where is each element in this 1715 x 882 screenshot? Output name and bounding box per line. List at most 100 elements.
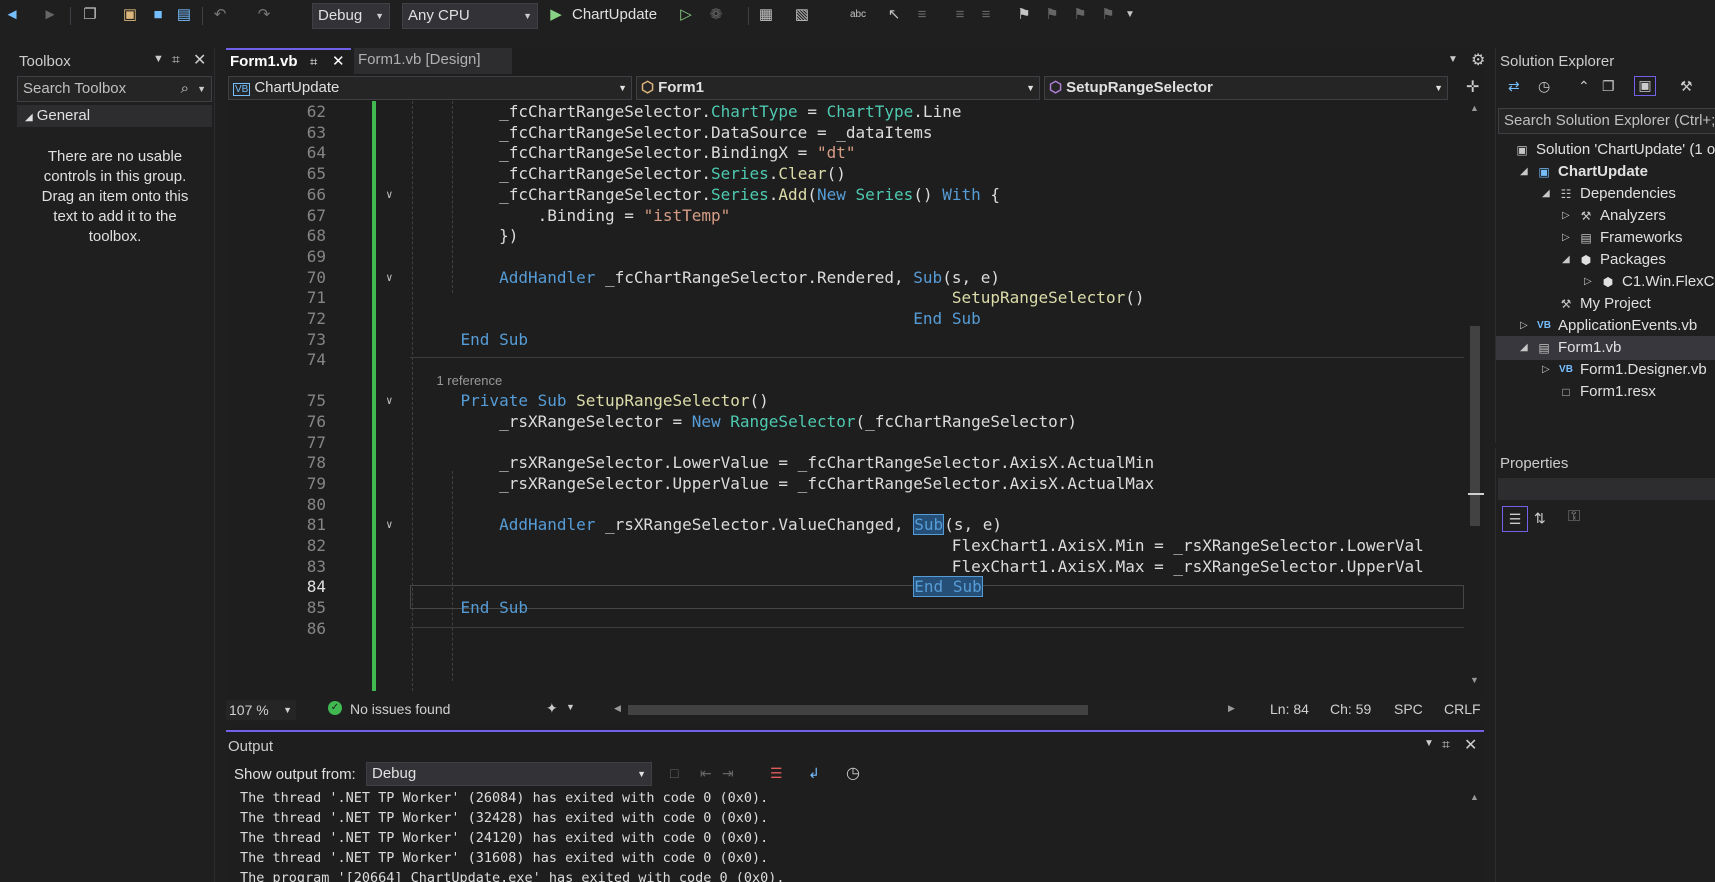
layout-icon[interactable]: ▧ xyxy=(792,5,812,25)
line-indicator[interactable]: Ln: 84 xyxy=(1270,701,1309,717)
startup-project-label[interactable]: ChartUpdate xyxy=(572,6,657,23)
bookmark-icon[interactable]: ⚑ xyxy=(1014,5,1034,25)
find-in-output-icon[interactable]: □ xyxy=(670,765,678,781)
start-without-debug-icon[interactable]: ▷ xyxy=(676,5,696,25)
collapsed-arrow-icon[interactable]: ▷ xyxy=(1520,314,1528,338)
tree-item[interactable]: ▷ ⚒ Analyzers xyxy=(1496,204,1715,228)
switch-view-icon[interactable]: ▣ xyxy=(1634,76,1656,96)
clear-bookmarks-icon[interactable]: ⚑ xyxy=(1098,5,1118,25)
hot-reload-icon[interactable]: ❁ xyxy=(706,5,726,25)
zoom-select[interactable]: 107 % ▼ xyxy=(226,700,296,720)
tree-item[interactable]: ▷ VB ApplicationEvents.vb xyxy=(1496,314,1715,338)
member-navigation-select[interactable]: ⬡ SetupRangeSelector ▼ xyxy=(1044,76,1448,100)
close-icon[interactable]: ✕ xyxy=(193,50,206,70)
chevron-down-icon[interactable]: ▼ xyxy=(566,702,575,712)
split-window-icon[interactable]: ✛ xyxy=(1466,77,1479,97)
properties-object-select[interactable] xyxy=(1498,478,1715,500)
code-text-area[interactable]: 62 _fcChartRangeSelector.ChartType = Cha… xyxy=(226,101,1464,691)
gear-icon[interactable]: ⚙ xyxy=(1471,50,1485,70)
wrench-icon[interactable]: ⚒ xyxy=(1680,78,1693,95)
sync-icon[interactable]: ⇄ xyxy=(1508,78,1520,95)
tab-form1-design[interactable]: Form1.vb [Design] xyxy=(354,48,512,74)
next-bookmark-icon[interactable]: ⚑ xyxy=(1070,5,1090,25)
output-source-select[interactable]: Debug ▼ xyxy=(366,762,652,786)
expanded-arrow-icon[interactable]: ◢ xyxy=(1542,182,1550,206)
align-icon[interactable]: ≡ xyxy=(912,5,932,25)
tree-item[interactable]: ◢ ☷ Dependencies xyxy=(1496,182,1715,206)
close-icon[interactable]: ✕ xyxy=(1464,735,1477,755)
collapse-all-icon[interactable]: ⌃ xyxy=(1578,78,1590,95)
output-text-area[interactable]: The thread '.NET TP Worker' (26084) has … xyxy=(226,790,1466,882)
pin-icon[interactable]: ⌗ xyxy=(1442,736,1450,753)
next-message-icon[interactable]: ⇥ xyxy=(722,765,734,782)
overflow-icon[interactable]: ▼ xyxy=(1120,5,1140,25)
collapsed-arrow-icon[interactable]: ▷ xyxy=(1584,270,1592,294)
spellcheck-icon[interactable]: abc xyxy=(848,5,868,25)
show-all-files-icon[interactable]: ❐ xyxy=(1602,78,1615,95)
issues-status[interactable]: No issues found xyxy=(350,701,450,717)
expanded-arrow-icon[interactable]: ◢ xyxy=(1562,248,1570,272)
tree-item[interactable]: □ Form1.resx xyxy=(1496,380,1715,404)
categorized-icon[interactable]: ☰ xyxy=(1502,506,1528,532)
editor-vertical-scrollbar[interactable]: ▲ ▼ xyxy=(1466,101,1484,691)
configuration-select[interactable]: Debug ▼ xyxy=(312,3,390,29)
toolbox-search-input[interactable]: Search Toolbox ⌕ ▼ xyxy=(17,76,212,102)
open-folder-icon[interactable]: ▣ xyxy=(120,5,140,25)
prev-message-icon[interactable]: ⇤ xyxy=(700,765,712,782)
comment-icon[interactable]: ≡ xyxy=(950,5,970,25)
scroll-up-icon[interactable]: ▲ xyxy=(1470,792,1479,802)
back-icon[interactable]: ◄ xyxy=(2,5,22,25)
close-icon[interactable]: ✕ xyxy=(332,50,345,74)
select-icon[interactable]: ↖ xyxy=(884,5,904,25)
expanded-arrow-icon[interactable]: ◢ xyxy=(1520,160,1528,184)
clock-icon[interactable]: ◷ xyxy=(846,763,860,783)
fold-toggle-icon[interactable]: ∨ xyxy=(386,184,393,206)
fold-toggle-icon[interactable]: ∨ xyxy=(386,267,393,289)
tree-item[interactable]: ▣ Solution 'ChartUpdate' (1 of 1 project) xyxy=(1496,138,1715,162)
project-navigation-select[interactable]: VB ChartUpdate ▼ xyxy=(228,76,632,100)
save-all-icon[interactable]: ▤ xyxy=(174,5,194,25)
platform-select[interactable]: Any CPU ▼ xyxy=(402,3,538,29)
toolbox-group-general[interactable]: ◢ General xyxy=(17,105,212,127)
tree-item[interactable]: ◢ ▣ ChartUpdate xyxy=(1496,160,1715,184)
tree-item[interactable]: ⚒ My Project xyxy=(1496,292,1715,316)
codelens-reference[interactable]: 1 reference xyxy=(226,370,1464,392)
tree-item[interactable]: ◢ ▤ Form1.vb xyxy=(1496,336,1715,360)
redo-icon[interactable]: ↷ xyxy=(254,5,274,25)
collapsed-arrow-icon[interactable]: ▷ xyxy=(1542,358,1550,382)
pane-menu-icon[interactable]: ▼ xyxy=(153,53,164,65)
undo-icon[interactable]: ↶ xyxy=(210,5,230,25)
tree-item[interactable]: ▷ ▤ Frameworks xyxy=(1496,226,1715,250)
scroll-down-icon[interactable]: ▼ xyxy=(1470,675,1479,685)
save-icon[interactable]: ■ xyxy=(148,5,168,25)
tab-form1-vb[interactable]: Form1.vb ⌗ ✕ xyxy=(226,48,351,74)
uncomment-icon[interactable]: ≡ xyxy=(976,5,996,25)
scroll-left-icon[interactable]: ◀ xyxy=(614,703,621,714)
chevron-down-icon[interactable]: ▼ xyxy=(197,77,206,101)
type-navigation-select[interactable]: ⬡ Form1 ▼ xyxy=(636,76,1040,100)
fold-toggle-icon[interactable]: ∨ xyxy=(386,390,393,412)
tree-item[interactable]: ▷ VB Form1.Designer.vb xyxy=(1496,358,1715,382)
tree-item[interactable]: ◢ ⬢ Packages xyxy=(1496,248,1715,272)
pane-menu-icon[interactable]: ▼ xyxy=(1424,738,1434,749)
search-icon[interactable]: ⌕ xyxy=(181,77,189,101)
start-debug-icon[interactable]: ▶ xyxy=(546,5,566,25)
collapsed-arrow-icon[interactable]: ▷ xyxy=(1562,226,1570,250)
scroll-right-icon[interactable]: ▶ xyxy=(1228,703,1235,714)
pin-icon[interactable]: ⌗ xyxy=(172,51,180,68)
fold-toggle-icon[interactable]: ∨ xyxy=(386,514,393,536)
clear-all-icon[interactable]: ☰ xyxy=(770,765,783,782)
history-icon[interactable]: ◷ xyxy=(1538,78,1550,95)
scroll-up-icon[interactable]: ▲ xyxy=(1470,103,1479,113)
expanded-arrow-icon[interactable]: ◢ xyxy=(1520,336,1528,360)
pin-icon[interactable]: ⌗ xyxy=(310,50,317,74)
whitespace-indicator[interactable]: SPC xyxy=(1394,701,1423,717)
horizontal-scroll-thumb[interactable] xyxy=(628,705,1088,715)
browse-icon[interactable]: ▦ xyxy=(756,5,776,25)
forward-icon[interactable]: ► xyxy=(40,5,60,25)
prev-bookmark-icon[interactable]: ⚑ xyxy=(1042,5,1062,25)
alphabetical-icon[interactable]: ⇅ xyxy=(1534,510,1546,527)
word-wrap-icon[interactable]: ↲ xyxy=(808,765,820,782)
tab-overflow-icon[interactable]: ▼ xyxy=(1448,54,1458,65)
property-pages-icon[interactable]: ⚿ xyxy=(1568,508,1580,526)
